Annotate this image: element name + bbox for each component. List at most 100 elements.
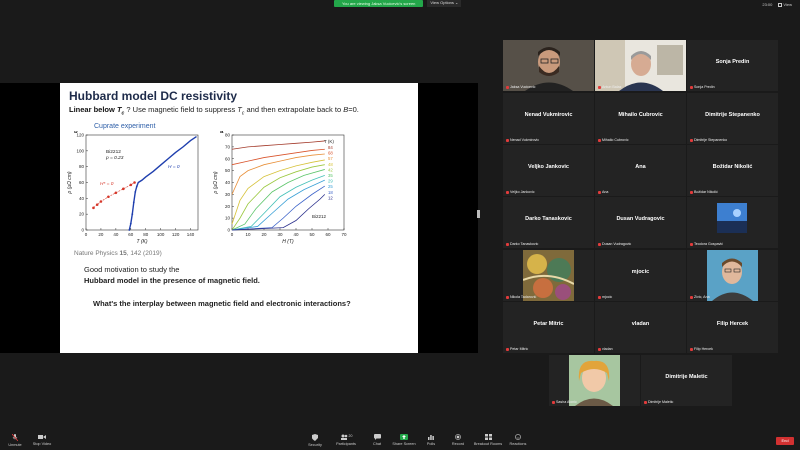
x-axis-label: H (T) xyxy=(282,239,294,245)
plot-a: a0 10 20 30 40 50 60 7001020304050607080H (T)ρ … xyxy=(213,131,347,245)
participant-tile[interactable]: Veljko Jankovic Veljko Jankovic xyxy=(503,145,594,196)
end-meeting-button[interactable]: End xyxy=(776,437,794,445)
participant-name-label: mjocic xyxy=(598,295,612,299)
x-tick-label: 60 xyxy=(128,232,134,237)
series-line xyxy=(231,159,325,225)
participant-tile[interactable]: Filip Hercek Filip Hercek xyxy=(687,302,778,353)
grid-icon xyxy=(778,2,783,7)
participants-button[interactable]: 20 Participants xyxy=(331,434,361,446)
mic-muted-icon xyxy=(506,347,509,351)
participant-video xyxy=(569,355,620,406)
plot-annotation: H = 0 xyxy=(168,164,180,170)
y-axis-label: ρ (μΩ cm) xyxy=(213,171,219,195)
x-tick-label: 40 xyxy=(293,232,299,237)
polls-icon xyxy=(428,435,434,440)
participant-tile[interactable]: Zivic, Ana xyxy=(687,250,778,301)
participant-name-label: Nenad Vukmirovic xyxy=(506,138,539,142)
participant-name-center: Mihailo Cubrovic xyxy=(618,112,663,118)
legend-entry: 57 xyxy=(328,156,333,161)
participant-name-label: Sonja Predin xyxy=(690,85,715,89)
participant-tile[interactable]: Nikola Tadarović xyxy=(503,250,594,301)
participant-tile[interactable]: Dimitrije Stepanenko Dimitrije Stepanenko xyxy=(687,93,778,144)
data-point xyxy=(132,201,135,204)
share-screen-button[interactable]: Share Screen xyxy=(389,434,419,446)
participant-tile[interactable]: Darko Tanaskovic Darko Tanaskovic xyxy=(503,197,594,248)
unmute-label: Unmute xyxy=(8,443,22,447)
participant-video xyxy=(717,203,747,233)
polls-button[interactable]: Polls xyxy=(416,434,446,446)
breakout-rooms-button[interactable]: Breakout Rooms xyxy=(473,434,503,446)
participant-tile[interactable]: Ana Ana xyxy=(595,145,686,196)
participant-tile[interactable]: Sasha Alonic xyxy=(549,355,640,406)
breakout-rooms-icon xyxy=(484,434,492,440)
legend-title: T (K) xyxy=(324,139,334,144)
participant-name: Dimitrije Stepanenko xyxy=(694,138,728,142)
chat-icon xyxy=(373,434,381,440)
security-label: Security xyxy=(308,443,322,447)
x-tick-label: 50 xyxy=(309,232,315,237)
view-options-button[interactable]: View Options ⌄ xyxy=(427,0,462,7)
participant-tile[interactable]: Antun Balaz xyxy=(595,40,686,91)
x-tick-label: 60 xyxy=(325,232,331,237)
participant-name-center: Ana xyxy=(635,164,646,170)
participant-name: vladan xyxy=(602,347,613,351)
sharing-indicator: You are viewing Jaksa Vucicevic's screen xyxy=(334,0,424,7)
splitter-handle[interactable] xyxy=(477,210,480,218)
citation-journal: Nature Physics xyxy=(74,250,120,257)
x-tick-label: 20 xyxy=(261,232,267,237)
data-point xyxy=(92,206,95,210)
top-right-status: 23:00 View xyxy=(762,2,792,7)
participant-name: Nikola Tadarović xyxy=(510,295,537,299)
reactions-button[interactable]: Reactions xyxy=(503,434,533,446)
participant-tile[interactable]: Sonja Predin Sonja Predin xyxy=(687,40,778,91)
participant-tile[interactable]: Mihailo Cubrovic Mihailo Cubrovic xyxy=(595,93,686,144)
y-tick-label: 40 xyxy=(225,180,231,185)
participant-tile[interactable]: Petar Mitric Petar Mitric xyxy=(503,302,594,353)
stop-video-button[interactable]: Stop Video xyxy=(27,434,57,446)
mic-muted-icon xyxy=(506,138,509,142)
data-point xyxy=(129,183,133,187)
participant-tile[interactable]: vladan vladan xyxy=(595,302,686,353)
x-tick-label: 0 xyxy=(231,232,234,237)
citation-rest: , 142 (2019) xyxy=(126,250,162,257)
participant-name-label: vladan xyxy=(598,347,613,351)
record-button[interactable]: Record xyxy=(443,434,473,446)
participant-tile[interactable]: Dimitrije Maletic Dimitrije Maletic xyxy=(641,355,732,406)
participant-name: mjocic xyxy=(602,295,613,299)
participant-tile[interactable]: Božidar Nikolić Božidar Nikolić xyxy=(687,145,778,196)
top-banner: You are viewing Jaksa Vucicevic's screen… xyxy=(334,0,462,7)
x-tick-label: 30 xyxy=(277,232,283,237)
data-point xyxy=(134,191,137,193)
series-line xyxy=(231,164,325,231)
plot-annotation: Bi2212 xyxy=(106,149,121,155)
y-tick-label: 70 xyxy=(225,144,231,149)
mic-muted-icon xyxy=(598,347,601,351)
participant-tile[interactable]: Jaksa Vucicevic xyxy=(503,40,594,91)
participant-name: Sonja Predin xyxy=(694,85,715,89)
record-icon xyxy=(455,434,461,440)
participant-tile[interactable]: mjocic mjocic xyxy=(595,250,686,301)
legend-entry: 29 xyxy=(328,179,333,184)
participant-video xyxy=(707,250,758,301)
participant-video xyxy=(523,250,574,301)
view-label: View xyxy=(783,2,792,7)
plot-annotation: p = 0.23 xyxy=(105,155,124,161)
view-button[interactable]: View xyxy=(778,2,792,7)
participant-tile[interactable]: Teodora Gospavić xyxy=(687,197,778,248)
x-tick-label: 140 xyxy=(187,232,195,237)
participant-name-center: Filip Hercek xyxy=(716,321,749,327)
participant-tile[interactable]: Nenad Vukmirovic Nenad Vukmirovic xyxy=(503,93,594,144)
subtitle-rest2: and then extrapolate back to xyxy=(244,105,344,114)
chat-button[interactable]: Chat xyxy=(362,434,392,446)
participant-tile[interactable]: Dusan Vudragovic Dusan Vudragovic xyxy=(595,197,686,248)
x-tick-label: 40 xyxy=(113,232,119,237)
mic-muted-icon xyxy=(690,295,693,299)
y-tick-label: 50 xyxy=(225,168,231,173)
security-button[interactable]: Security xyxy=(300,434,330,447)
participant-name-center: Božidar Nikolić xyxy=(712,164,753,170)
breakout-rooms-label: Breakout Rooms xyxy=(473,442,503,446)
record-label: Record xyxy=(451,442,465,446)
data-point xyxy=(133,181,136,184)
unmute-button[interactable]: Unmute xyxy=(0,434,30,447)
mic-muted-icon xyxy=(12,434,18,441)
